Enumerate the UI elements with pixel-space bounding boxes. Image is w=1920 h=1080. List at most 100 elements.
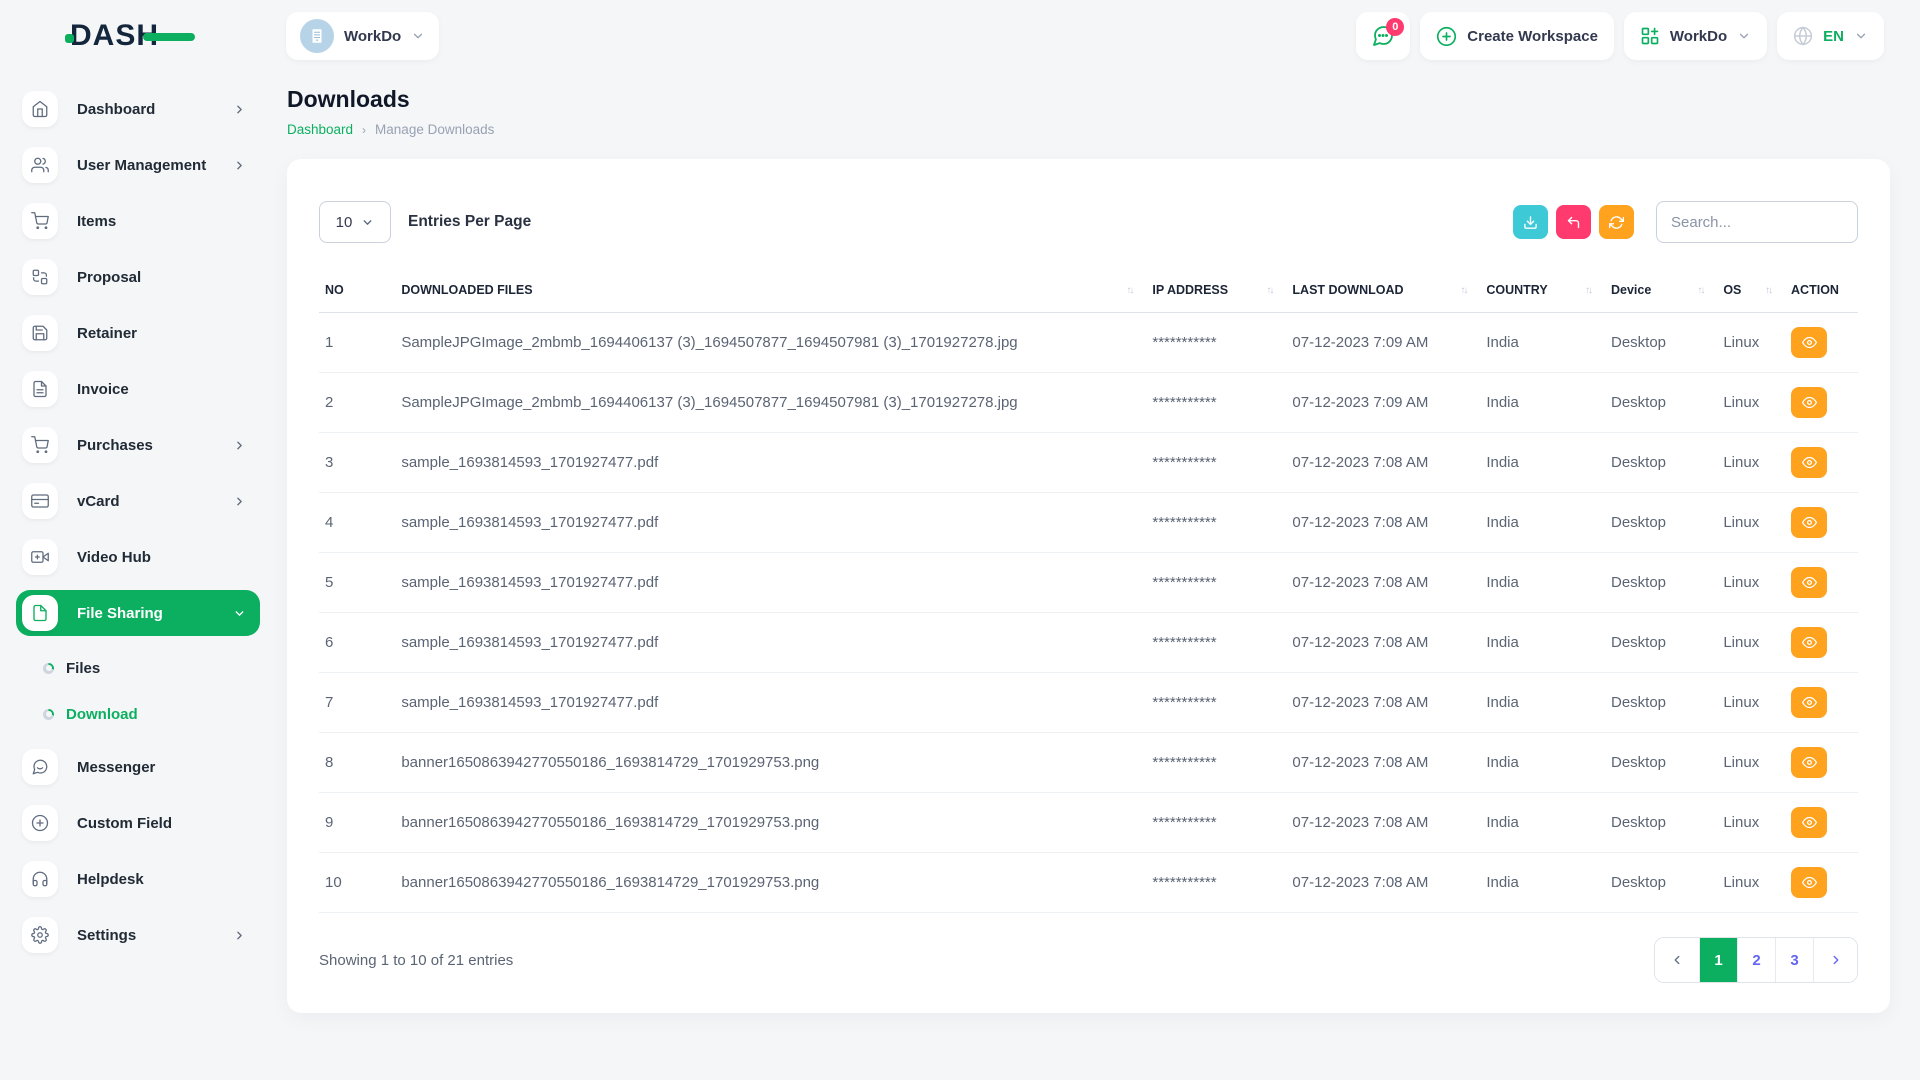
view-button[interactable] [1791, 567, 1827, 598]
table-row: 2 SampleJPGImage_2mbmb_1694406137 (3)_16… [319, 373, 1858, 433]
sidebar-item-vcard[interactable]: vCard [16, 478, 260, 524]
logo-dot [65, 34, 74, 43]
pagination-page-3[interactable]: 3 [1775, 938, 1813, 982]
view-button[interactable] [1791, 747, 1827, 778]
view-button[interactable] [1791, 327, 1827, 358]
sidebar-item-label: Purchases [77, 437, 153, 454]
brand-logo[interactable]: DASH [65, 19, 195, 53]
sort-icon: ↑↓ [1697, 285, 1703, 296]
cell-no: 8 [319, 733, 391, 793]
view-button[interactable] [1791, 627, 1827, 658]
export-button[interactable] [1513, 205, 1548, 239]
cell-os: Linux [1713, 433, 1781, 493]
workspace-avatar [300, 19, 334, 53]
pagination-page-2[interactable]: 2 [1737, 938, 1775, 982]
sidebar-item-messenger[interactable]: Messenger [16, 744, 260, 790]
eye-icon [1802, 875, 1817, 890]
chevron-down-icon [1854, 29, 1868, 43]
pagination-prev-button[interactable] [1655, 938, 1699, 982]
sidebar-item-dashboard[interactable]: Dashboard [16, 86, 260, 132]
file-icon [22, 595, 58, 631]
sidebar-subitem-label: Download [66, 706, 138, 723]
column-header-os[interactable]: OS↑↓ [1713, 271, 1781, 313]
entries-per-page-select[interactable]: 10 [319, 201, 391, 243]
sidebar-item-purchases[interactable]: Purchases [16, 422, 260, 468]
downloads-table: NO DOWNLOADED FILES↑↓ IP ADDRESS↑↓ LAST … [319, 271, 1858, 913]
pagination: 1 2 3 [1654, 937, 1858, 983]
search-input[interactable] [1656, 201, 1858, 243]
breadcrumb-current: Manage Downloads [375, 122, 494, 137]
sidebar-item-items[interactable]: Items [16, 198, 260, 244]
table-toolbar: 10 Entries Per Page [319, 201, 1858, 243]
table-row: 6 sample_1693814593_1701927477.pdf *****… [319, 613, 1858, 673]
column-header-device[interactable]: Device↑↓ [1601, 271, 1713, 313]
cell-last-download: 07-12-2023 7:08 AM [1282, 793, 1476, 853]
column-header-country[interactable]: COUNTRY↑↓ [1476, 271, 1601, 313]
cell-file: banner1650863942770550186_1693814729_170… [391, 793, 1142, 853]
sidebar-item-proposal[interactable]: Proposal [16, 254, 260, 300]
topbar-actions: 0 Create Workspace WorkDo EN [1356, 12, 1884, 60]
logo-zone: DASH [0, 19, 260, 53]
users-icon [22, 147, 58, 183]
pagination-next-button[interactable] [1813, 938, 1857, 982]
chat-badge: 0 [1386, 18, 1404, 36]
cell-country: India [1476, 853, 1601, 913]
grid-plus-icon [1640, 26, 1660, 46]
downloads-card: 10 Entries Per Page [287, 159, 1890, 1013]
cell-country: India [1476, 493, 1601, 553]
column-header-last-download[interactable]: LAST DOWNLOAD↑↓ [1282, 271, 1476, 313]
cell-no: 2 [319, 373, 391, 433]
column-header-ip-address[interactable]: IP ADDRESS↑↓ [1142, 271, 1282, 313]
plus-circle-icon [1436, 26, 1457, 47]
view-button[interactable] [1791, 867, 1827, 898]
sidebar-subitem-files[interactable]: Files [16, 646, 260, 690]
sidebar-item-label: Dashboard [77, 101, 155, 118]
cell-no: 4 [319, 493, 391, 553]
messages-button[interactable]: 0 [1356, 12, 1410, 60]
table-row: 8 banner1650863942770550186_1693814729_1… [319, 733, 1858, 793]
sidebar-item-custom-field[interactable]: Custom Field [16, 800, 260, 846]
breadcrumb-dashboard-link[interactable]: Dashboard [287, 122, 353, 137]
view-button[interactable] [1791, 687, 1827, 718]
cell-last-download: 07-12-2023 7:09 AM [1282, 313, 1476, 373]
sidebar-item-invoice[interactable]: Invoice [16, 366, 260, 412]
sidebar-item-label: Settings [77, 927, 136, 944]
create-workspace-button[interactable]: Create Workspace [1420, 12, 1614, 60]
video-camera-icon [22, 539, 58, 575]
sidebar-item-settings[interactable]: Settings [16, 912, 260, 958]
sort-icon: ↑↓ [1266, 285, 1272, 296]
undo-button[interactable] [1556, 205, 1591, 239]
sidebar-item-user-management[interactable]: User Management [16, 142, 260, 188]
eye-icon [1802, 395, 1817, 410]
column-header-downloaded-files[interactable]: DOWNLOADED FILES↑↓ [391, 271, 1142, 313]
workspace-menu-button[interactable]: WorkDo [1624, 12, 1767, 60]
workspace-switcher[interactable]: WorkDo [286, 12, 439, 60]
sidebar-item-file-sharing[interactable]: File Sharing [16, 590, 260, 636]
sidebar-item-label: Invoice [77, 381, 129, 398]
cell-file: sample_1693814593_1701927477.pdf [391, 553, 1142, 613]
sort-icon: ↑↓ [1765, 285, 1771, 296]
refresh-button[interactable] [1599, 205, 1634, 239]
cell-device: Desktop [1601, 553, 1713, 613]
view-button[interactable] [1791, 507, 1827, 538]
language-selector[interactable]: EN [1777, 12, 1884, 60]
cell-no: 10 [319, 853, 391, 913]
workspace-menu-label: WorkDo [1670, 28, 1727, 45]
sort-icon: ↑↓ [1460, 285, 1466, 296]
cell-device: Desktop [1601, 433, 1713, 493]
view-button[interactable] [1791, 387, 1827, 418]
sidebar-item-retainer[interactable]: Retainer [16, 310, 260, 356]
view-button[interactable] [1791, 807, 1827, 838]
table-row: 7 sample_1693814593_1701927477.pdf *****… [319, 673, 1858, 733]
cell-country: India [1476, 553, 1601, 613]
table-row: 4 sample_1693814593_1701927477.pdf *****… [319, 493, 1858, 553]
sidebar-subitem-download[interactable]: Download [16, 692, 260, 736]
sidebar-item-label: Helpdesk [77, 871, 144, 888]
eye-icon [1802, 515, 1817, 530]
pagination-page-1[interactable]: 1 [1699, 938, 1737, 982]
cell-ip: *********** [1142, 313, 1282, 373]
sidebar-item-label: Retainer [77, 325, 137, 342]
view-button[interactable] [1791, 447, 1827, 478]
sidebar-item-helpdesk[interactable]: Helpdesk [16, 856, 260, 902]
sidebar-item-video-hub[interactable]: Video Hub [16, 534, 260, 580]
